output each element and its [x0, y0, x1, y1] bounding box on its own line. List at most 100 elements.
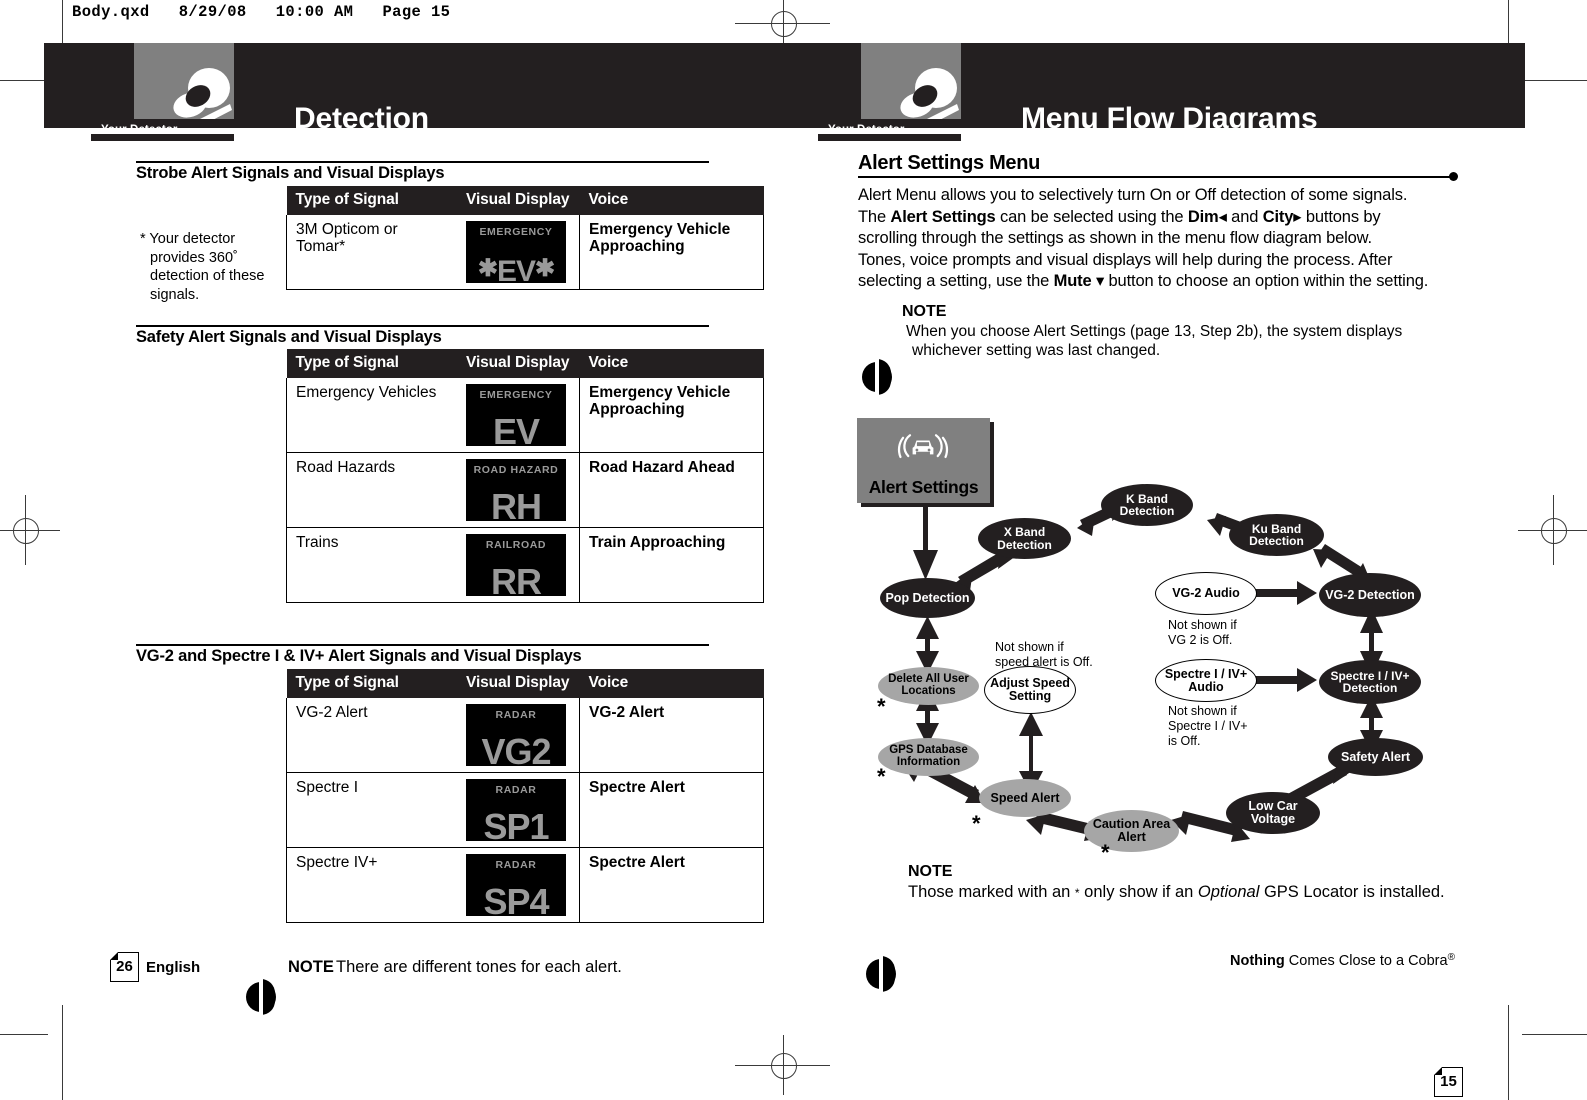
flow-node-delete-all-user-locations[interactable]: Delete All User Locations [878, 667, 979, 705]
flow-node-safety-alert[interactable]: Safety Alert [1328, 738, 1423, 776]
intro-line-1: Alert Menu allows you to selectively tur… [858, 186, 1408, 204]
table-header-row: Type of Signal Visual Display Voice [286, 349, 764, 378]
table-header-row: Type of Signal Visual Display Voice [286, 669, 764, 698]
condition-line: speed alert is Off. [995, 655, 1093, 669]
strobe-alert-table: Type of Signal Visual Display Voice 3M O… [286, 186, 764, 290]
note-bottom-label: NOTE [908, 863, 953, 880]
left-footer-note-label: NOTE [288, 958, 334, 976]
condition-line: Spectre I / IV+ [1168, 719, 1248, 733]
flow-node-label: Low Car Voltage [1248, 799, 1298, 826]
cell-voice: Spectre Alert [579, 847, 764, 923]
cell-display: RADAR SP1 [457, 772, 580, 848]
flow-condition-vg2-audio: Not shown if VG 2 is Off. [1168, 618, 1237, 648]
cell-display: RADAR SP4 [457, 847, 580, 923]
flow-start-alert-settings[interactable]: Alert Settings [857, 418, 990, 503]
flow-node-x-band-detection[interactable]: X Band Detection [978, 518, 1071, 559]
lcd-big-label: SP4 [483, 881, 549, 922]
gps-marker-caution-area: * [1101, 840, 1110, 865]
lcd-chip: ROAD HAZARD RH [466, 459, 566, 525]
lcd-big-label: VG2 [481, 731, 551, 772]
crop-line-bottom-left [62, 1005, 63, 1100]
col-voice: Voice [579, 349, 764, 378]
col-visual-display: Visual Display [457, 186, 580, 215]
flow-node-pop-detection[interactable]: Pop Detection [880, 578, 975, 618]
lcd-big-label: EV [492, 411, 540, 452]
flow-node-gps-database-information[interactable]: GPS Database Information [878, 738, 979, 776]
col-type-of-signal: Type of Signal [286, 669, 457, 698]
crop-line-right-top [1522, 80, 1587, 81]
flow-node-ku-band-detection[interactable]: Ku Band Detection [1229, 514, 1324, 556]
col-type-of-signal: Type of Signal [286, 186, 457, 215]
page-trim-band [0, 128, 1587, 134]
cell-voice: Train Approaching [579, 527, 764, 603]
flow-node-vg2-audio[interactable]: VG-2 Audio [1155, 572, 1257, 615]
cell-type: Spectre I [286, 772, 457, 848]
cell-voice: Emergency Vehicle Approaching [579, 378, 764, 453]
tagline-bold: Nothing [1230, 953, 1285, 969]
flow-condition-adjust-speed: Not shown if speed alert is Off. [995, 640, 1093, 670]
col-voice: Voice [579, 186, 764, 215]
note-icon [866, 956, 896, 992]
lcd-top-label: RAILROAD [485, 539, 547, 551]
lcd-top-label: RADAR [495, 784, 537, 796]
lcd-top-label: RADAR [495, 709, 537, 721]
intro-line-2: The Alert Settings can be selected using… [858, 207, 1381, 226]
condition-line: Not shown if [995, 640, 1064, 654]
dim-left-arrow-icon: ◂ [1218, 207, 1227, 226]
crop-line-left-bottom [0, 1034, 48, 1035]
title-underline [858, 176, 1455, 178]
flow-node-label: Spectre I / IV+ Detection [1330, 668, 1410, 695]
intro-line-5: selecting a setting, use the Mute ▾ butt… [858, 272, 1429, 291]
table-row: 3M Opticom or Tomar* EMERGENCY ✱EV✱ Emer… [286, 215, 764, 290]
flow-node-label: Ku Band Detection [1249, 521, 1304, 548]
flow-node-adjust-speed-setting[interactable]: Adjust Speed Setting [984, 666, 1076, 714]
flow-node-spectre-detection[interactable]: Spectre I / IV+ Detection [1319, 660, 1421, 704]
lcd-top-label: RADAR [495, 859, 537, 871]
col-visual-display: Visual Display [457, 669, 580, 698]
print-slug: Body.qxd 8/29/08 10:00 AM Page 15 [72, 3, 451, 21]
section1-sidenote: * Your detector provides 360˚ detection … [140, 231, 265, 303]
gps-marker-delete-all-user: * [877, 694, 886, 719]
mute-down-arrow-icon: ▾ [1095, 272, 1105, 291]
note-top: NOTE When you choose Alert Settings (pag… [902, 302, 1462, 361]
cell-voice: Road Hazard Ahead [579, 452, 764, 528]
registered-mark: ® [1447, 952, 1455, 963]
condition-line: Not shown if [1168, 618, 1237, 632]
gps-marker-gps-database: * [877, 764, 886, 789]
flow-node-label: VG-2 Audio [1172, 586, 1240, 600]
safety-alert-table: Type of Signal Visual Display Voice Emer… [286, 349, 764, 603]
cell-voice: Spectre Alert [579, 772, 764, 848]
note-top-line-2: whichever setting was last changed. [912, 342, 1161, 360]
lcd-top-label: EMERGENCY [479, 389, 553, 401]
lcd-chip: RADAR SP4 [466, 854, 566, 920]
car-signal-icon [897, 434, 949, 459]
flow-node-low-car-voltage[interactable]: Low Car Voltage [1226, 792, 1320, 834]
crop-line-bottom-right [1508, 1005, 1509, 1100]
registration-mark-bottom [735, 1035, 830, 1095]
table-row: Emergency Vehicles EMERGENCY EV Emergenc… [286, 378, 764, 453]
note-bottom-text: Those marked with an * only show if an O… [908, 883, 1445, 901]
title-end-dot [1449, 172, 1458, 181]
flow-node-caution-area-alert[interactable]: Caution Area Alert [1084, 810, 1179, 852]
lcd-chip: RADAR SP1 [466, 779, 566, 845]
cell-display: ROAD HAZARD RH [457, 452, 580, 528]
flow-node-label: GPS Database Information [889, 744, 968, 768]
section1-heading: Strobe Alert Signals and Visual Displays [136, 164, 445, 182]
crop-line-top-right [1508, 0, 1509, 46]
left-footer-note-text: There are different tones for each alert… [336, 958, 622, 976]
registration-mark-left [0, 495, 60, 565]
table-row: Trains RAILROAD RR Train Approaching [286, 527, 764, 603]
flow-node-spectre-audio[interactable]: Spectre I / IV+ Audio [1155, 659, 1257, 702]
flow-node-label: X Band Detection [997, 525, 1052, 552]
cell-type: Spectre IV+ [286, 847, 457, 923]
lcd-big-label: ✱EV✱ [477, 255, 555, 288]
cell-type: 3M Opticom or Tomar* [286, 215, 457, 290]
table-row: VG-2 Alert RADAR VG2 VG-2 Alert [286, 698, 764, 773]
flow-node-vg2-detection[interactable]: VG-2 Detection [1319, 573, 1421, 617]
flow-node-speed-alert[interactable]: Speed Alert [979, 779, 1071, 817]
cell-voice: VG-2 Alert [579, 698, 764, 773]
flow-start-label: Alert Settings [868, 477, 979, 497]
lcd-big-label: RH [491, 486, 542, 527]
lcd-top-label: EMERGENCY [479, 226, 553, 238]
flow-node-k-band-detection[interactable]: K Band Detection [1101, 484, 1193, 526]
